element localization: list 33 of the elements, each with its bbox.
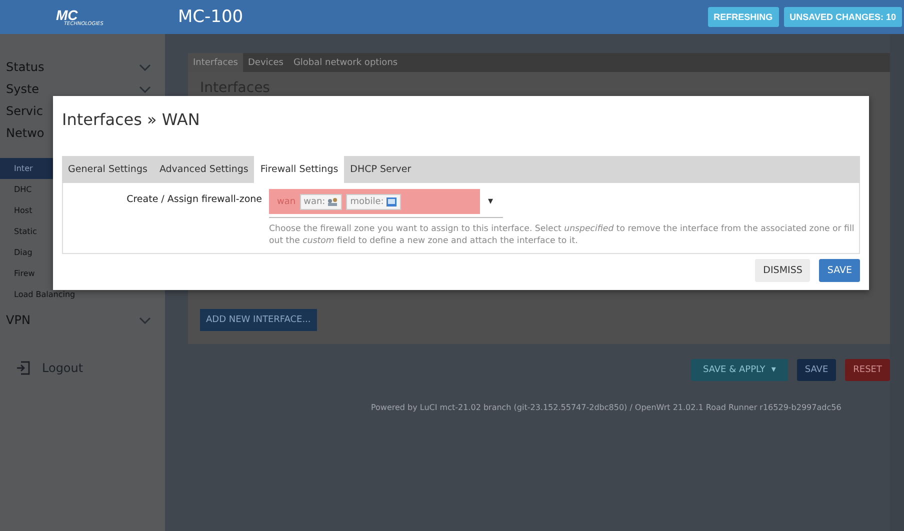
field-label: Create / Assign firewall-zone bbox=[126, 193, 262, 205]
sidebar-item[interactable]: Syste bbox=[0, 78, 165, 100]
field-description: Choose the firewall zone you want to assign to this interface. Select unspecified to remove the interface from the associated zone or fill out the custom field to define a new zone and attach the interface to it. bbox=[269, 224, 856, 248]
dialog-button[interactable]: DISMISS bbox=[755, 259, 810, 282]
settings-tab[interactable]: Advanced Settings bbox=[153, 156, 254, 183]
action-button[interactable]: SAVE & APPLY ▾ bbox=[690, 359, 788, 381]
status-badge: UNSAVED CHANGES: 10 bbox=[784, 7, 902, 27]
scrollbar[interactable] bbox=[890, 34, 904, 531]
page-tab[interactable]: Interfaces bbox=[188, 53, 243, 72]
action-button[interactable]: RESET bbox=[845, 359, 890, 381]
settings-tab[interactable]: DHCP Server bbox=[344, 156, 418, 183]
modal-title: Interfaces » WAN bbox=[62, 109, 201, 131]
zone-label: wan: bbox=[304, 196, 326, 206]
logout-icon bbox=[16, 361, 30, 375]
screen-icon bbox=[386, 196, 397, 206]
sidebar-item[interactable]: VPN bbox=[0, 309, 165, 331]
zone-name: wan bbox=[277, 196, 296, 206]
logout-link[interactable]: Logout bbox=[0, 361, 165, 375]
dialog-button[interactable]: SAVE bbox=[819, 259, 860, 282]
add-interface-button[interactable]: ADD NEW INTERFACE... bbox=[200, 309, 317, 331]
settings-tab[interactable]: Firewall Settings bbox=[254, 156, 344, 183]
caret-icon[interactable]: ▾ bbox=[488, 196, 494, 207]
network-icon bbox=[327, 196, 338, 206]
device-title: MC-100 bbox=[178, 7, 244, 27]
zone-dropdown[interactable]: wan wan: mobile: bbox=[269, 189, 480, 214]
page-tab[interactable]: Global network options bbox=[288, 53, 403, 72]
sidebar-item[interactable]: Status bbox=[0, 56, 165, 78]
settings-tab[interactable]: General Settings bbox=[62, 156, 154, 183]
page-tab[interactable]: Devices bbox=[242, 53, 288, 72]
zone-label: mobile: bbox=[350, 196, 384, 206]
footer-text: Powered by LuCI mct-21.02 branch (git-23.152.55747-2dbc850) / OpenWrt 21.02.1 Road Runner r16529-b2997adc56 bbox=[370, 403, 842, 412]
action-button[interactable]: SAVE bbox=[796, 359, 836, 381]
status-badge: REFRESHING bbox=[708, 7, 779, 27]
